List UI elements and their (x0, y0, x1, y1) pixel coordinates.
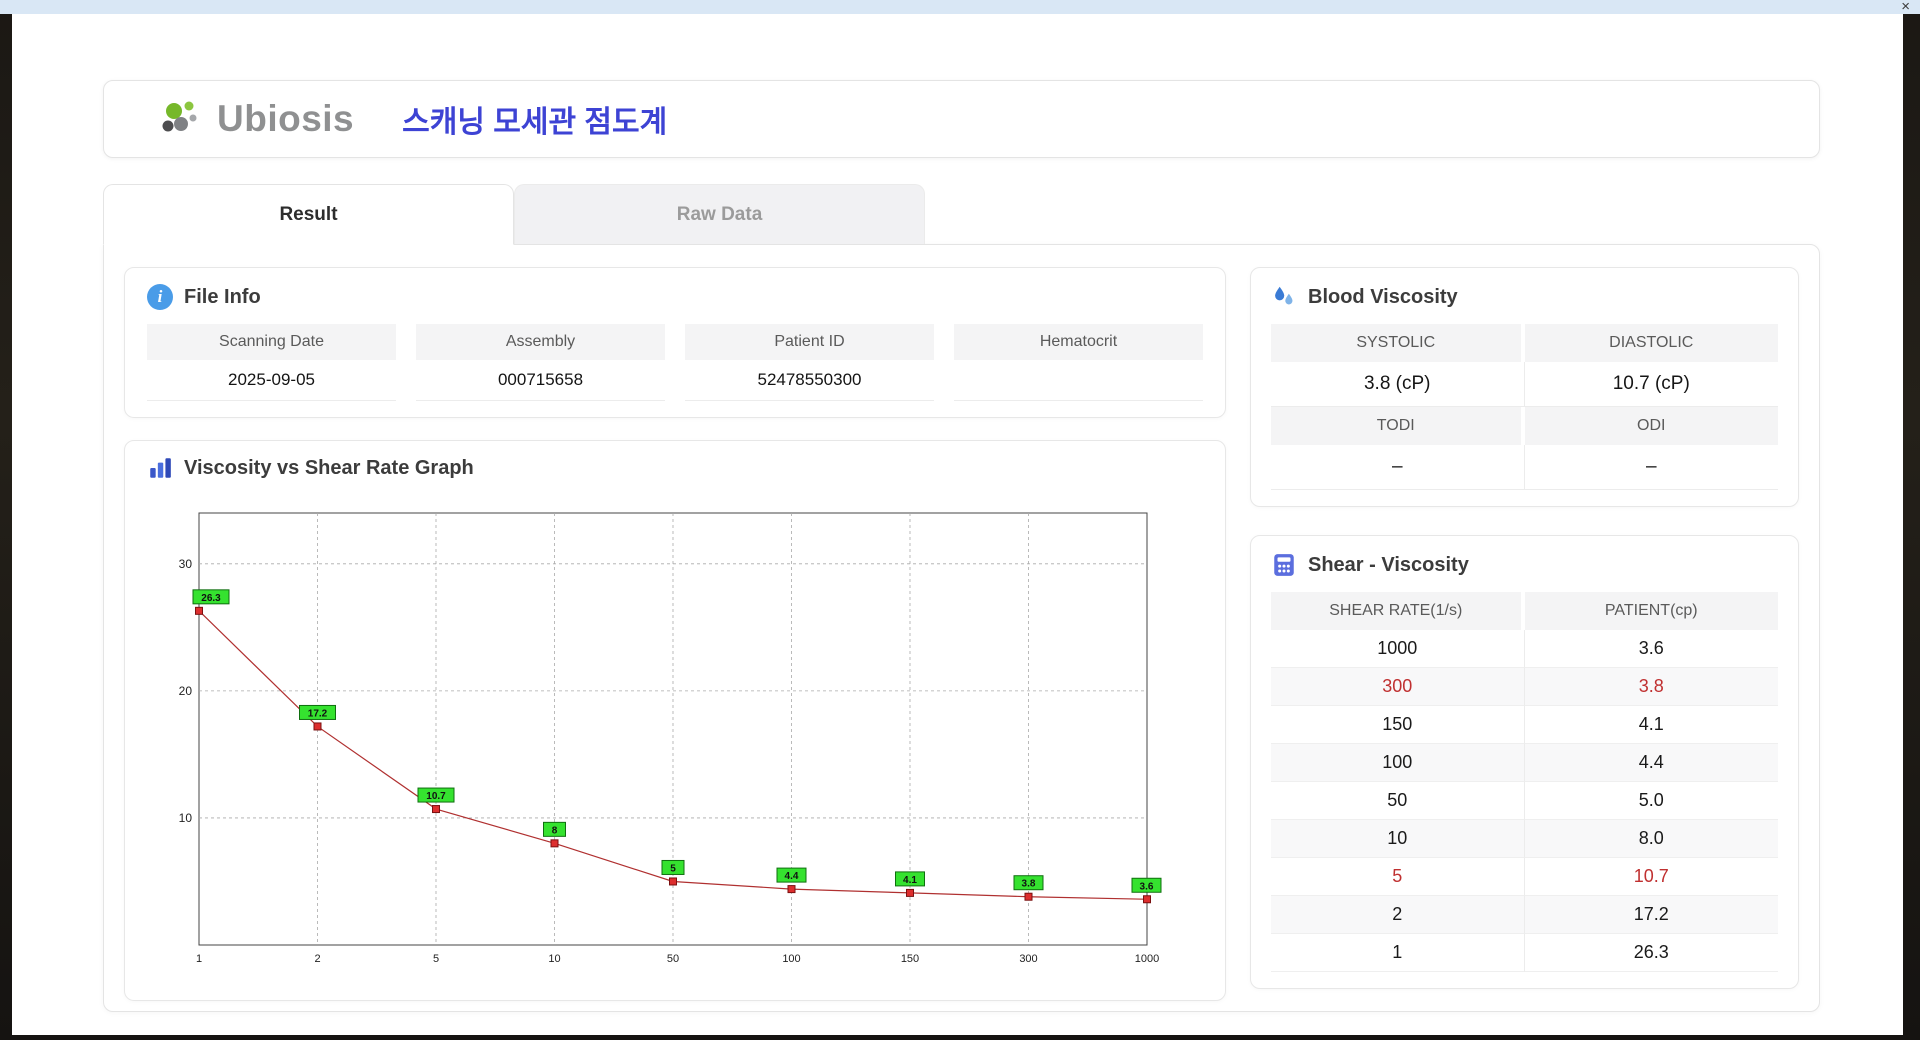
svg-text:30: 30 (179, 557, 193, 571)
table-cell-shear: 10 (1271, 820, 1525, 858)
svg-text:8: 8 (552, 825, 558, 836)
blood-viscosity-table: SYSTOLIC DIASTOLIC 3.8 (cP) 10.7 (cP) TODI OD… (1271, 324, 1778, 490)
graph-card: Viscosity vs Shear Rate Graph 10 20 30 1 2 5 1… (124, 440, 1226, 1001)
file-info-header: i File Info (147, 284, 1203, 310)
svg-text:2: 2 (314, 953, 320, 965)
table-cell-shear: 100 (1271, 744, 1525, 782)
svg-text:10: 10 (548, 953, 560, 965)
table-cell-patient: 8.0 (1524, 820, 1778, 858)
calculator-icon (1274, 554, 1294, 576)
content-panel: i File Info Scanning Date 2025-09-05 Assem… (103, 244, 1820, 1012)
bv-column-header: TODI (1271, 407, 1525, 445)
bar-chart-icon (150, 458, 171, 478)
sv-column-header: PATIENT(cp) (1524, 592, 1778, 630)
svg-text:10.7: 10.7 (426, 791, 446, 802)
table-cell-patient: 3.8 (1524, 668, 1778, 706)
blood-viscosity-title: Blood Viscosity (1308, 285, 1458, 308)
bv-column-header: DIASTOLIC (1524, 324, 1778, 362)
file-info-field: Scanning Date 2025-09-05 (147, 324, 396, 401)
table-cell-patient: 26.3 (1524, 934, 1778, 972)
table-cell-patient: 4.1 (1524, 706, 1778, 744)
bv-value: – (1271, 445, 1525, 490)
field-label: Assembly (416, 324, 665, 360)
bv-value: 3.8 (cP) (1271, 362, 1525, 407)
table-cell-patient: 17.2 (1524, 896, 1778, 934)
bv-value: 10.7 (cP) (1524, 362, 1778, 407)
blood-viscosity-card: Blood Viscosity SYSTOLIC DIASTOLIC 3.8 (cP… (1250, 267, 1799, 507)
field-value: 52478550300 (685, 360, 934, 401)
graph-header: Viscosity vs Shear Rate Graph (147, 455, 1203, 481)
svg-text:150: 150 (901, 953, 919, 965)
left-column: i File Info Scanning Date 2025-09-05 Assem… (124, 267, 1226, 1001)
shear-viscosity-title: Shear - Viscosity (1308, 553, 1469, 576)
viscosity-chart: 10 20 30 1 2 5 10 50 100 150 300 1000 26.3 17.2 10.7 8 5… (153, 489, 1203, 986)
svg-text:4.4: 4.4 (785, 871, 799, 882)
svg-text:5: 5 (433, 953, 439, 965)
svg-text:1000: 1000 (1135, 953, 1159, 965)
droplet-icon (1275, 286, 1293, 305)
table-cell-shear: 5 (1271, 858, 1525, 896)
field-value (954, 360, 1203, 401)
tab-result[interactable]: Result (103, 184, 514, 245)
file-info-card: i File Info Scanning Date 2025-09-05 Assem… (124, 267, 1226, 418)
svg-text:50: 50 (667, 953, 679, 965)
table-cell-shear: 50 (1271, 782, 1525, 820)
table-cell-shear: 1 (1271, 934, 1525, 972)
svg-text:26.3: 26.3 (201, 593, 221, 604)
svg-text:1: 1 (196, 953, 202, 965)
shear-viscosity-header: Shear - Viscosity (1271, 552, 1778, 578)
sv-column-header: SHEAR RATE(1/s) (1271, 592, 1525, 630)
header-card: Ubiosis 스캐닝 모세관 점도계 (103, 80, 1820, 158)
bv-value: – (1524, 445, 1778, 490)
page-title: 스캐닝 모세관 점도계 (402, 106, 668, 139)
table-cell-shear: 300 (1271, 668, 1525, 706)
file-info-field: Hematocrit (954, 324, 1203, 401)
field-label: Hematocrit (954, 324, 1203, 360)
ubiosis-logo-icon (162, 101, 197, 132)
brand-name: Ubiosis (217, 98, 355, 139)
svg-text:10: 10 (179, 811, 193, 825)
blood-viscosity-header: Blood Viscosity (1271, 284, 1778, 310)
right-column: Blood Viscosity SYSTOLIC DIASTOLIC 3.8 (cP… (1250, 267, 1799, 989)
table-cell-patient: 10.7 (1524, 858, 1778, 896)
svg-text:17.2: 17.2 (308, 708, 328, 719)
table-cell-shear: 150 (1271, 706, 1525, 744)
bv-column-header: SYSTOLIC (1271, 324, 1525, 362)
tab-raw-data[interactable]: Raw Data (514, 184, 925, 244)
app-window: Ubiosis 스캐닝 모세관 점도계 Result Raw Data i Fi… (12, 14, 1903, 1035)
svg-text:100: 100 (782, 953, 800, 965)
file-info-field: Assembly 000715658 (416, 324, 665, 401)
window-titlebar: × (0, 0, 1920, 15)
file-info-fields: Scanning Date 2025-09-05 Assembly 000715658… (147, 324, 1203, 401)
field-label: Patient ID (685, 324, 934, 360)
table-cell-patient: 5.0 (1524, 782, 1778, 820)
file-info-field: Patient ID 52478550300 (685, 324, 934, 401)
table-cell-patient: 4.4 (1524, 744, 1778, 782)
svg-text:4.1: 4.1 (903, 875, 917, 886)
close-icon[interactable]: × (1901, 0, 1910, 15)
svg-text:5: 5 (670, 863, 676, 874)
field-label: Scanning Date (147, 324, 396, 360)
viscosity-chart-svg: 10 20 30 1 2 5 10 50 100 150 300 1000 26.3 17.2 10.7 8 5… (179, 512, 1162, 965)
tab-bar: Result Raw Data (103, 184, 1903, 245)
bv-column-header: ODI (1524, 407, 1778, 445)
field-value: 000715658 (416, 360, 665, 401)
shear-viscosity-card: Shear - Viscosity SHEAR RATE(1/s) PATIENT… (1250, 535, 1799, 989)
file-info-title: File Info (184, 285, 261, 308)
table-cell-patient: 3.6 (1524, 630, 1778, 668)
shear-viscosity-table: SHEAR RATE(1/s) PATIENT(cp) 1000 3.6 300 3.8 1… (1271, 592, 1778, 972)
field-value: 2025-09-05 (147, 360, 396, 401)
svg-text:3.6: 3.6 (1140, 881, 1154, 892)
svg-text:300: 300 (1019, 953, 1037, 965)
brand: Ubiosis (159, 98, 354, 140)
info-icon: i (147, 284, 173, 310)
svg-text:3.8: 3.8 (1022, 879, 1036, 890)
table-cell-shear: 1000 (1271, 630, 1525, 668)
svg-text:20: 20 (179, 684, 193, 698)
graph-title: Viscosity vs Shear Rate Graph (184, 456, 474, 479)
table-cell-shear: 2 (1271, 896, 1525, 934)
